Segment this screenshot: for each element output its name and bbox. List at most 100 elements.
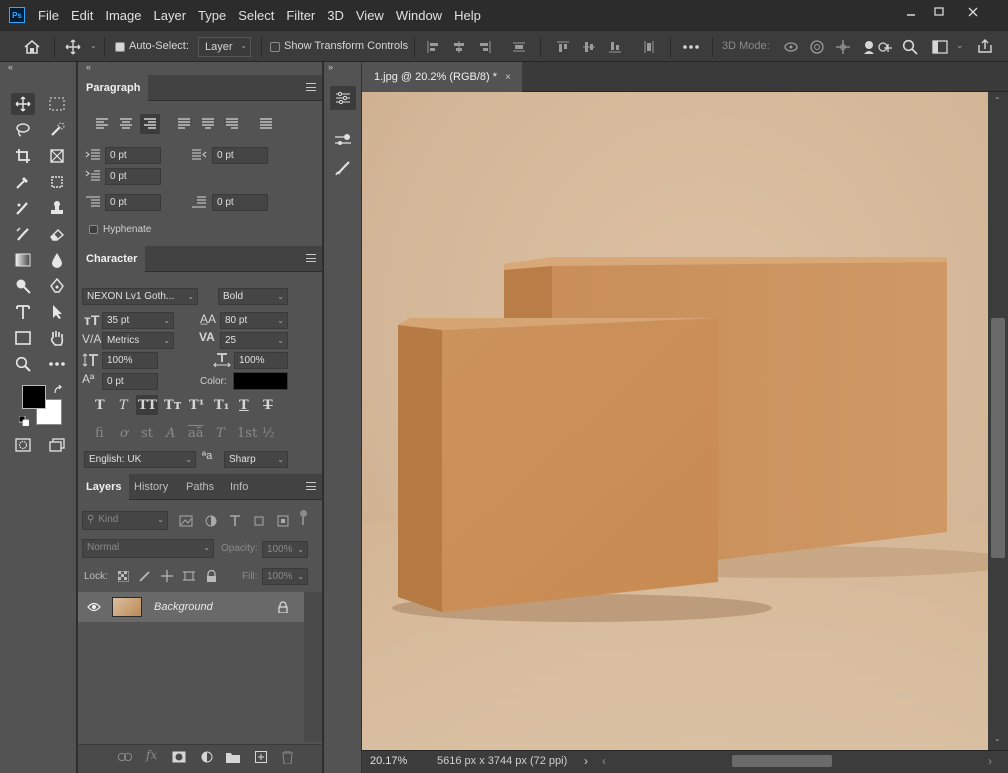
indent-right-field[interactable]: 0 pt xyxy=(212,147,268,164)
font-family-dropdown[interactable]: NEXON Lv1 Goth... ⌄ xyxy=(82,288,198,305)
space-before-field[interactable]: 0 pt xyxy=(105,194,161,211)
layers-menu-icon[interactable] xyxy=(306,482,316,490)
collapse-tools-icon[interactable]: « xyxy=(8,62,20,74)
path-selection-icon[interactable] xyxy=(45,301,69,323)
justify-last-right-icon[interactable] xyxy=(224,116,240,132)
blur-icon[interactable] xyxy=(45,249,69,271)
small-caps-icon[interactable]: Tт xyxy=(164,398,182,413)
subscript-icon[interactable]: T₁ xyxy=(214,398,229,413)
horizontal-scroll-thumb[interactable] xyxy=(732,755,832,767)
space-after-field[interactable]: 0 pt xyxy=(212,194,268,211)
tab-layers[interactable]: Layers xyxy=(78,474,130,500)
type-icon[interactable] xyxy=(11,301,35,323)
lock-all-icon[interactable] xyxy=(204,569,218,583)
home-icon[interactable] xyxy=(20,36,44,58)
font-size-field[interactable]: 35 pt ⌄ xyxy=(102,312,174,329)
faux-italic-icon[interactable]: T xyxy=(119,398,128,413)
horizontal-scale-field[interactable]: 100% xyxy=(234,352,288,369)
menu-layer[interactable]: Layer xyxy=(154,8,187,23)
zoom-icon[interactable] xyxy=(11,353,35,375)
distribute-vertical-icon[interactable] xyxy=(510,38,528,56)
indent-first-line-field[interactable]: 0 pt xyxy=(105,168,161,185)
pen-icon[interactable] xyxy=(45,275,69,297)
photoshop-logo-icon[interactable]: Ps xyxy=(9,7,25,23)
menu-window[interactable]: Window xyxy=(396,8,442,23)
layer-style-icon[interactable]: fx xyxy=(146,748,157,762)
indent-left-field[interactable]: 0 pt xyxy=(105,147,161,164)
share-icon[interactable] xyxy=(975,36,995,56)
3d-roll-icon[interactable] xyxy=(808,38,826,56)
close-tab-icon[interactable]: × xyxy=(505,72,511,83)
kerning-field[interactable]: Metrics ⌄ xyxy=(102,332,174,349)
ordinals-icon[interactable]: 1st xyxy=(237,426,257,441)
tab-history[interactable]: History xyxy=(126,474,176,500)
delete-layer-icon[interactable] xyxy=(278,748,296,766)
eyedropper-icon[interactable] xyxy=(11,171,35,193)
3d-orbit-icon[interactable] xyxy=(782,38,800,56)
menu-filter[interactable]: Filter xyxy=(286,8,315,23)
filter-toggle-icon[interactable] xyxy=(300,510,308,526)
tab-character[interactable]: Character xyxy=(78,246,146,272)
filter-shape-icon[interactable] xyxy=(251,513,267,529)
document-tab[interactable]: 1.jpg @ 20.2% (RGB/8) * × xyxy=(362,62,522,92)
swap-colors-icon[interactable] xyxy=(52,384,64,396)
clone-stamp-icon[interactable] xyxy=(45,197,69,219)
contextual-alternates-icon[interactable]: ơ xyxy=(120,426,128,441)
brush-settings-icon[interactable] xyxy=(330,128,356,152)
status-menu-chevron-icon[interactable]: › xyxy=(584,754,588,768)
properties-icon[interactable] xyxy=(330,86,356,110)
scroll-up-icon[interactable]: ⌃ xyxy=(994,96,1001,105)
align-horizontal-centers-icon[interactable] xyxy=(450,38,468,56)
layer-row[interactable]: Background xyxy=(78,592,304,622)
dodge-icon[interactable] xyxy=(11,275,35,297)
3d-pan-icon[interactable] xyxy=(834,38,852,56)
brushes-icon[interactable] xyxy=(330,156,356,180)
tracking-field[interactable]: 25 ⌄ xyxy=(220,332,288,349)
menu-view[interactable]: View xyxy=(356,8,384,23)
language-dropdown[interactable]: English: UK ⌄ xyxy=(84,451,196,468)
vertical-scroll-thumb[interactable] xyxy=(991,318,1005,558)
document-info[interactable]: 5616 px x 3744 px (72 ppi) xyxy=(437,755,567,767)
justify-last-center-icon[interactable] xyxy=(200,116,216,132)
adjustment-layer-icon[interactable] xyxy=(198,748,216,766)
text-color-swatch[interactable] xyxy=(233,372,288,390)
search-icon[interactable] xyxy=(900,38,920,56)
zoom-level[interactable]: 20.17% xyxy=(370,755,407,767)
minimize-icon[interactable] xyxy=(900,4,922,20)
align-bottom-edges-icon[interactable] xyxy=(606,38,624,56)
lock-image-icon[interactable] xyxy=(138,569,152,583)
move-tool-icon[interactable] xyxy=(62,36,84,58)
eraser-icon[interactable] xyxy=(45,223,69,245)
visibility-eye-icon[interactable] xyxy=(86,600,102,614)
all-caps-icon[interactable]: TT xyxy=(138,398,157,413)
justify-all-icon[interactable] xyxy=(258,116,274,132)
filter-smart-object-icon[interactable] xyxy=(275,513,291,529)
maximize-icon[interactable] xyxy=(928,4,950,20)
link-layers-icon[interactable] xyxy=(116,748,134,766)
scroll-left-icon[interactable]: ‹ xyxy=(602,754,606,768)
collapse-panels-icon[interactable]: « xyxy=(86,62,91,72)
filter-type-icon[interactable] xyxy=(227,513,243,529)
add-mask-icon[interactable] xyxy=(170,748,188,766)
auto-select-dropdown[interactable]: Layer ⌄ xyxy=(198,37,251,57)
paragraph-menu-icon[interactable] xyxy=(306,83,316,91)
align-vertical-centers-icon[interactable] xyxy=(580,38,598,56)
new-layer-icon[interactable] xyxy=(252,748,270,766)
workspace-chevron-icon[interactable]: ⌄ xyxy=(956,40,964,51)
healing-brush-icon[interactable] xyxy=(11,197,35,219)
lock-position-icon[interactable] xyxy=(160,569,174,583)
tool-preset-chevron-icon[interactable]: ⌄ xyxy=(90,41,97,50)
default-colors-icon[interactable] xyxy=(18,415,30,427)
leading-field[interactable]: 80 pt ⌄ xyxy=(220,312,288,329)
stylistic-alternates-icon[interactable]: aā xyxy=(188,426,204,441)
underline-icon[interactable]: T xyxy=(239,398,249,413)
lock-transparent-icon[interactable] xyxy=(116,569,130,583)
more-options-icon[interactable] xyxy=(680,38,702,56)
scroll-down-icon[interactable]: ⌄ xyxy=(994,734,1001,743)
baseline-shift-field[interactable]: 0 pt xyxy=(102,373,158,390)
align-center-text-icon[interactable] xyxy=(118,116,134,132)
swash-icon[interactable]: A xyxy=(166,426,175,441)
align-left-text-icon[interactable] xyxy=(94,116,110,132)
crop-icon[interactable] xyxy=(11,145,35,167)
close-icon[interactable] xyxy=(962,4,984,20)
